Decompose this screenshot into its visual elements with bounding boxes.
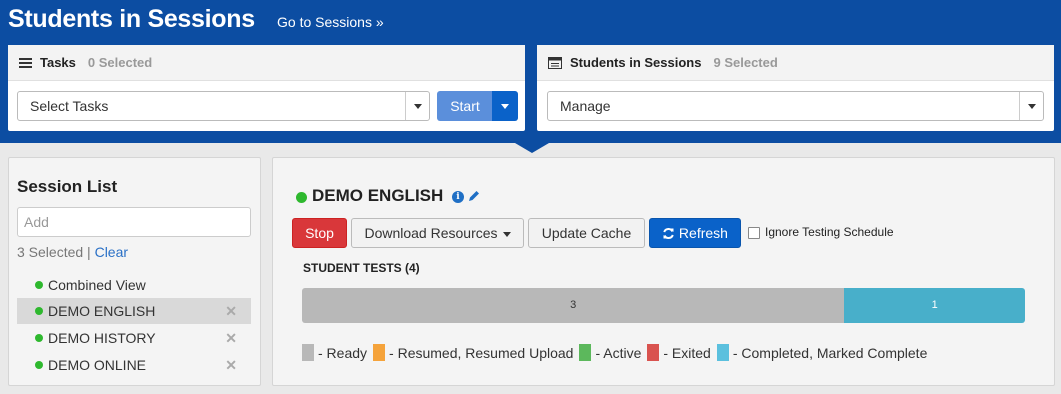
- legend-swatch: [716, 344, 729, 361]
- progress-segment-ready: 3: [302, 288, 845, 323]
- download-resources-button[interactable]: Download Resources: [351, 218, 524, 248]
- session-item-label: DEMO ONLINE: [48, 357, 147, 373]
- stop-button[interactable]: Stop: [292, 218, 347, 248]
- chevron-down-icon[interactable]: [405, 92, 429, 120]
- status-dot-icon: [35, 361, 43, 369]
- add-session-input[interactable]: [17, 207, 251, 237]
- session-list-title: Session List: [17, 177, 118, 196]
- list-icon: [19, 57, 32, 68]
- manage-dropdown[interactable]: Manage: [547, 91, 1044, 121]
- status-legend: - Ready - Resumed, Resumed Upload - Acti…: [302, 344, 933, 361]
- go-to-sessions-link[interactable]: Go to Sessions »: [277, 14, 384, 30]
- session-item-demo-english[interactable]: DEMO ENGLISH ✕: [17, 298, 251, 324]
- page-title: Students in Sessions: [8, 5, 255, 33]
- students-label: Students in Sessions: [570, 55, 702, 70]
- legend-item-resumed: - Resumed, Resumed Upload: [373, 344, 573, 361]
- manage-value: Manage: [560, 98, 611, 114]
- students-panel-header: Students in Sessions 9 Selected: [537, 45, 1054, 81]
- session-title: DEMO ENGLISH: [312, 186, 444, 205]
- progress-segment-completed: 1: [844, 288, 1025, 323]
- tasks-count: 0 Selected: [87, 55, 153, 70]
- legend-item-ready: - Ready: [302, 344, 367, 361]
- legend-label: - Completed, Marked Complete: [732, 344, 928, 361]
- status-dot-icon: [296, 192, 307, 203]
- close-icon[interactable]: ✕: [225, 325, 237, 351]
- session-item-demo-online[interactable]: DEMO ONLINE ✕: [17, 352, 251, 378]
- tasks-panel-header: Tasks 0 Selected: [8, 45, 525, 81]
- legend-item-completed: - Completed, Marked Complete: [716, 344, 928, 361]
- legend-label: - Resumed, Resumed Upload: [389, 344, 574, 361]
- close-icon[interactable]: ✕: [225, 352, 237, 378]
- ignore-schedule-label: Ignore Testing Schedule: [765, 225, 894, 239]
- session-item-combined-view[interactable]: Combined View: [17, 272, 251, 298]
- legend-swatch: [302, 344, 314, 361]
- selected-summary: 3 Selected | Clear: [17, 244, 128, 260]
- session-item-label: DEMO HISTORY: [48, 330, 156, 346]
- info-icon[interactable]: i: [452, 191, 464, 203]
- start-options-caret[interactable]: [492, 91, 518, 121]
- table-icon: [548, 56, 562, 69]
- update-cache-button[interactable]: Update Cache: [528, 218, 645, 248]
- legend-label: - Ready: [318, 344, 368, 361]
- legend-swatch: [373, 344, 386, 361]
- legend-swatch: [647, 344, 660, 361]
- clear-link[interactable]: Clear: [95, 244, 128, 260]
- legend-item-active: - Active: [579, 344, 641, 361]
- select-tasks-dropdown[interactable]: Select Tasks: [17, 91, 430, 121]
- session-item-label: Combined View: [48, 277, 146, 293]
- status-dot-icon: [35, 334, 43, 342]
- legend-label: - Active: [595, 344, 642, 361]
- refresh-icon: [663, 227, 674, 240]
- legend-label: - Exited: [663, 344, 711, 361]
- session-item-label: DEMO ENGLISH: [48, 303, 156, 319]
- refresh-button[interactable]: Refresh: [649, 218, 741, 248]
- status-dot-icon: [35, 307, 43, 315]
- selected-count: 3 Selected |: [17, 244, 91, 260]
- pencil-icon[interactable]: [467, 189, 481, 203]
- ignore-schedule-checkbox[interactable]: [748, 227, 760, 239]
- caret-down-icon: [502, 231, 511, 237]
- header-pointer-arrow: [515, 143, 549, 153]
- status-progress-bar: 3 1: [302, 288, 1025, 323]
- chevron-down-icon[interactable]: [1019, 92, 1043, 120]
- select-tasks-value: Select Tasks: [30, 98, 109, 114]
- start-button[interactable]: Start: [437, 91, 493, 121]
- status-dot-icon: [35, 281, 43, 289]
- student-tests-heading: STUDENT TESTS (4): [303, 261, 420, 275]
- download-resources-label: Download Resources: [364, 225, 498, 241]
- tasks-label: Tasks: [40, 55, 76, 70]
- refresh-label: Refresh: [678, 225, 728, 241]
- students-count: 9 Selected: [713, 55, 778, 70]
- session-item-demo-history[interactable]: DEMO HISTORY ✕: [17, 325, 251, 351]
- close-icon[interactable]: ✕: [225, 298, 237, 324]
- legend-swatch: [579, 344, 592, 361]
- legend-item-exited: - Exited: [647, 344, 711, 361]
